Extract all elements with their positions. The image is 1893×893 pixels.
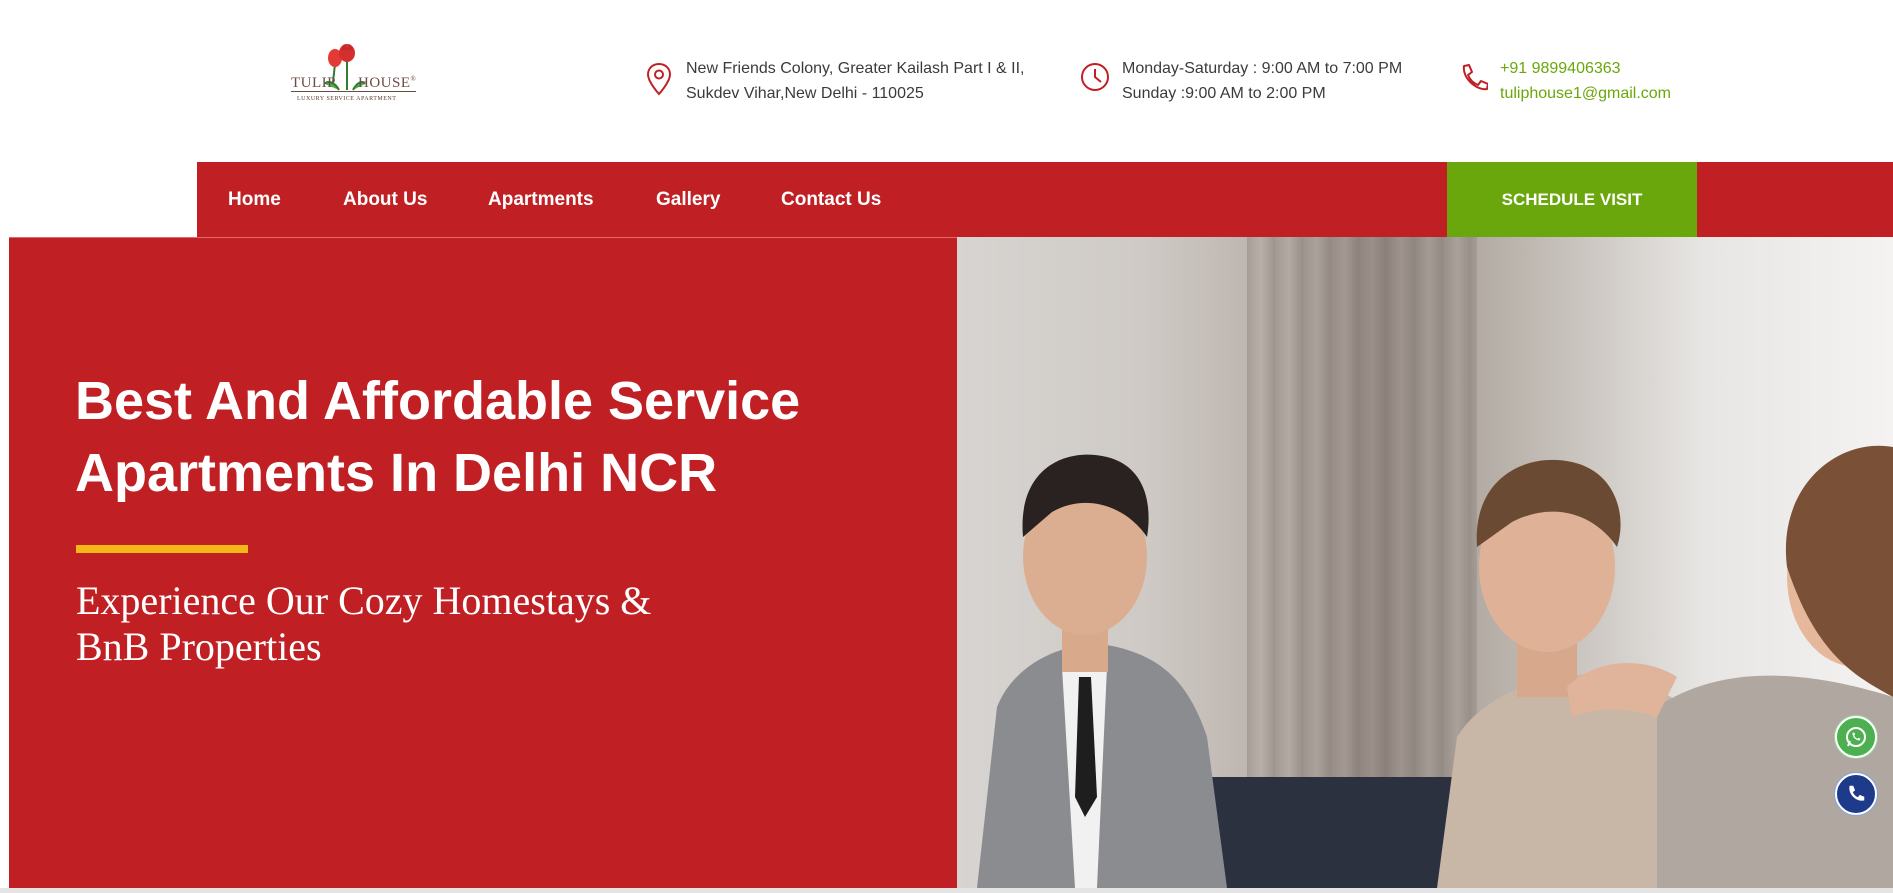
whatsapp-button[interactable] [1835,716,1877,758]
nav-home[interactable]: Home [228,162,281,237]
phone-icon [1462,64,1488,91]
main-nav: Home About Us Apartments Gallery Contact… [197,162,1893,237]
hero-title-line-2: Apartments In Delhi NCR [75,443,718,503]
nav-contact-us[interactable]: Contact Us [781,162,881,237]
logo-brand-left: TULIP [291,75,336,91]
logo-brand-right: HOUSE [358,75,411,91]
header-contact: +91 9899406363 tuliphouse1@gmail.com [1458,56,1671,106]
hours-sunday: Sunday :9:00 AM to 2:00 PM [1122,85,1326,102]
hero-title: Best And Affordable Service Apartments I… [75,365,895,509]
hours-weekday: Monday-Saturday : 9:00 AM to 7:00 PM [1122,60,1403,77]
nav-gallery[interactable]: Gallery [656,162,720,237]
contact-text: +91 9899406363 tuliphouse1@gmail.com [1500,56,1671,106]
address-line-2: Sukdev Vihar,New Delhi - 110025 [686,85,924,102]
hero-divider [76,545,248,553]
nav-about-us[interactable]: About Us [343,162,427,237]
hours-text: Monday-Saturday : 9:00 AM to 7:00 PM Sun… [1122,56,1402,106]
phone-call-icon [1849,785,1865,801]
phone-link[interactable]: +91 9899406363 [1500,56,1671,81]
email-link[interactable]: tuliphouse1@gmail.com [1500,81,1671,106]
hero-subtitle-line-1: Experience Our Cozy Homestays & [76,578,652,623]
address-text: New Friends Colony, Greater Kailash Part… [686,56,1025,106]
hero-subtitle: Experience Our Cozy Homestays & BnB Prop… [76,578,896,670]
header-hours: Monday-Saturday : 9:00 AM to 7:00 PM Sun… [1080,56,1402,106]
hero-title-line-1: Best And Affordable Service [75,371,801,431]
page: TULIP HOUSE® LUXURY SERVICE APARTMENT New… [0,0,1893,893]
hero-image [957,237,1893,888]
address-line-1: New Friends Colony, Greater Kailash Part… [686,60,1025,77]
page-bottom-border [0,888,1893,893]
hero-subtitle-line-2: BnB Properties [76,624,322,669]
site-logo[interactable]: TULIP HOUSE® LUXURY SERVICE APARTMENT [287,44,421,110]
hero-people-illustration [977,445,1893,888]
call-button[interactable] [1835,773,1877,815]
header-address: New Friends Colony, Greater Kailash Part… [644,56,1025,106]
logo-registered-mark: ® [410,75,417,83]
hero-panel [9,237,957,888]
nav-apartments[interactable]: Apartments [488,162,594,237]
schedule-visit-button[interactable]: SCHEDULE VISIT [1447,162,1697,237]
location-pin-icon [646,62,672,96]
logo-text: TULIP HOUSE® [291,72,417,92]
clock-icon [1081,63,1109,91]
whatsapp-icon [1846,727,1866,747]
logo-tagline: LUXURY SERVICE APARTMENT [297,96,397,102]
